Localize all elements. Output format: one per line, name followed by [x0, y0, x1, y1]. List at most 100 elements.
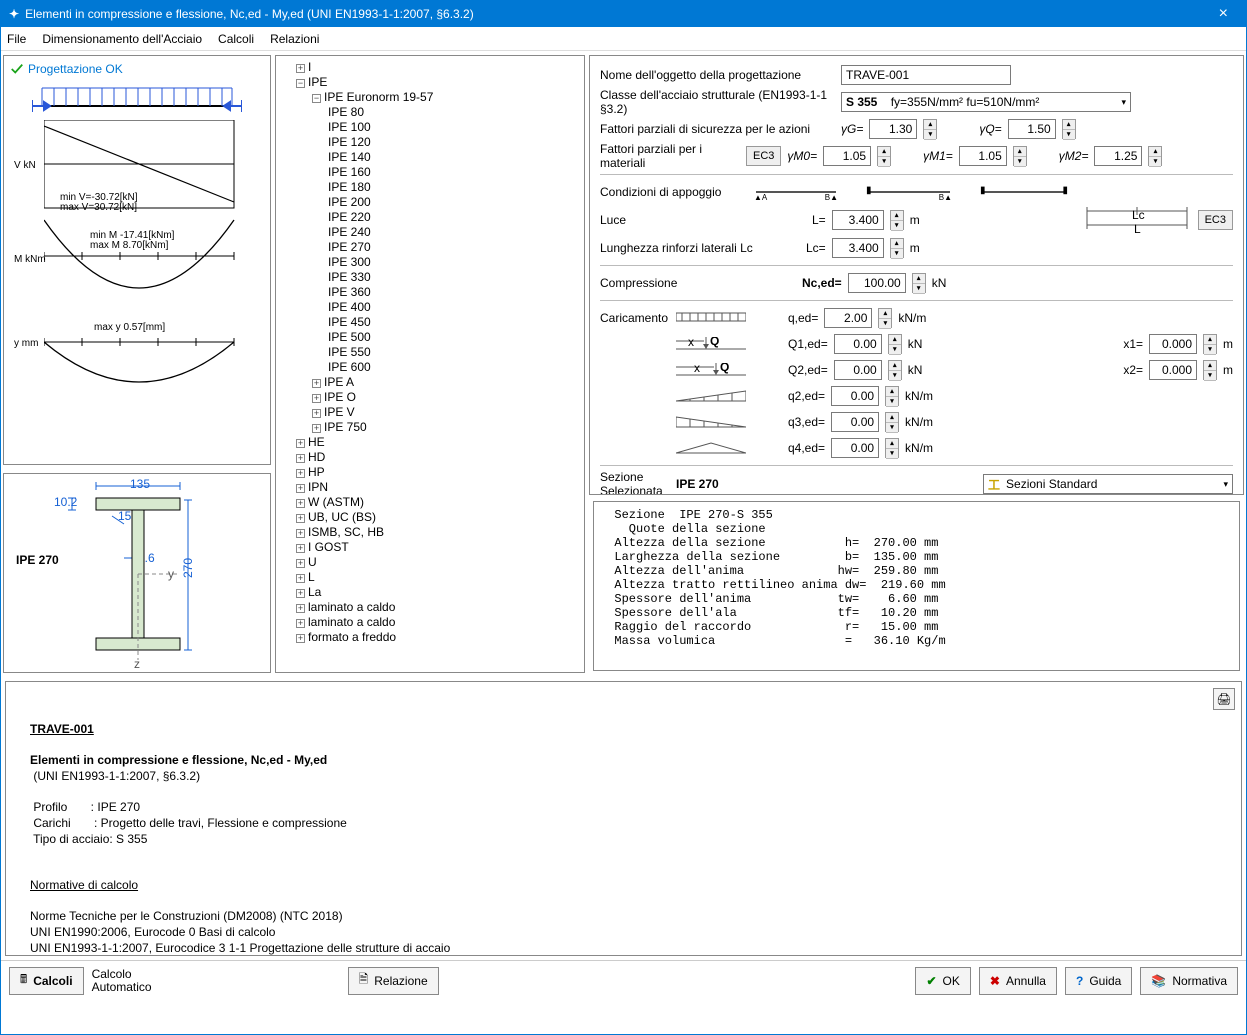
- qed-input[interactable]: [824, 308, 872, 328]
- tree-item[interactable]: IPE 240: [328, 225, 580, 240]
- tree-item[interactable]: IPE 270: [328, 240, 580, 255]
- tree-item[interactable]: +I: [296, 60, 580, 75]
- tree-item[interactable]: +IPE V: [312, 405, 580, 420]
- tree-item[interactable]: +formato a freddo: [296, 630, 580, 645]
- ec3-button-2[interactable]: EC3: [1198, 210, 1233, 230]
- auto-calc-label: CalcoloAutomatico: [92, 968, 152, 994]
- tree-item[interactable]: +laminato a caldo: [296, 600, 580, 615]
- m-axis-label: M kNm: [14, 254, 46, 265]
- tree-item[interactable]: IPE 300: [328, 255, 580, 270]
- tri-load-icon: [676, 415, 746, 429]
- diagram-panel: Progettazione OK V kN min V=-30.72[kN]: [3, 55, 271, 465]
- form-panel: Nome dell'oggetto della progettazione Cl…: [589, 55, 1244, 495]
- tree-item[interactable]: +laminato a caldo: [296, 615, 580, 630]
- tree-item[interactable]: +UB, UC (BS): [296, 510, 580, 525]
- tree-item[interactable]: IPE 500: [328, 330, 580, 345]
- tree-item[interactable]: IPE 600: [328, 360, 580, 375]
- steel-class-select[interactable]: S 355 fy=355N/mm² fu=510N/mm² ▾: [841, 92, 1131, 112]
- tree-item[interactable]: −IPE−IPE Euronorm 19-57IPE 80IPE 100IPE …: [296, 75, 580, 435]
- Q2-input[interactable]: [834, 360, 882, 380]
- v-axis-label: V kN: [14, 160, 36, 171]
- spinner[interactable]: ▴▾: [1062, 119, 1076, 139]
- tree-item[interactable]: +HD: [296, 450, 580, 465]
- tree-item[interactable]: IPE 330: [328, 270, 580, 285]
- report-panel[interactable]: 🖨 TRAVE-001 Elementi in compressione e f…: [5, 681, 1242, 956]
- Q1-input[interactable]: [834, 334, 882, 354]
- q4-input[interactable]: [831, 438, 879, 458]
- annulla-button[interactable]: ✖Annulla: [979, 967, 1057, 995]
- tree-item[interactable]: IPE 140: [328, 150, 580, 165]
- tree-item[interactable]: IPE 180: [328, 180, 580, 195]
- tree-item[interactable]: +HP: [296, 465, 580, 480]
- tri-load-icon: [676, 389, 746, 403]
- tree-item[interactable]: +IPE O: [312, 390, 580, 405]
- selected-section: IPE 270: [676, 477, 719, 491]
- tree-item[interactable]: IPE 200: [328, 195, 580, 210]
- name-label: Nome dell'oggetto della progettazione: [600, 68, 835, 82]
- spinner[interactable]: ▴▾: [923, 119, 937, 139]
- tree-item[interactable]: IPE 80: [328, 105, 580, 120]
- svg-text:x: x: [694, 363, 700, 375]
- menu-file[interactable]: File: [7, 32, 26, 46]
- gQ-input[interactable]: [1008, 119, 1056, 139]
- calcoli-button[interactable]: 🖩Calcoli: [9, 967, 84, 995]
- tri-load-icon: [676, 441, 746, 455]
- gM1-input[interactable]: [959, 146, 1007, 166]
- tree-item[interactable]: +L: [296, 570, 580, 585]
- tree-item[interactable]: IPE 360: [328, 285, 580, 300]
- relazione-button[interactable]: 🗎Relazione: [348, 967, 439, 995]
- support-opt-1[interactable]: ▲AB▲: [746, 183, 846, 201]
- tree-item[interactable]: IPE 550: [328, 345, 580, 360]
- svg-text:IPE 270: IPE 270: [16, 553, 59, 567]
- q3-input[interactable]: [831, 412, 879, 432]
- ec3-button[interactable]: EC3: [746, 146, 781, 166]
- Nced-input[interactable]: [848, 273, 906, 293]
- tree-item[interactable]: +ISMB, SC, HB: [296, 525, 580, 540]
- tree-item[interactable]: −IPE Euronorm 19-57IPE 80IPE 100IPE 120I…: [312, 90, 580, 375]
- tree-item[interactable]: +I GOST: [296, 540, 580, 555]
- name-input[interactable]: [841, 65, 1011, 85]
- x1-input[interactable]: [1149, 334, 1197, 354]
- support-opt-2[interactable]: ▮B▲: [860, 183, 960, 201]
- tree-item[interactable]: +HE: [296, 435, 580, 450]
- print-icon[interactable]: 🖨: [1213, 688, 1235, 710]
- guida-button[interactable]: ?Guida: [1065, 967, 1132, 995]
- tree-item[interactable]: IPE 450: [328, 315, 580, 330]
- section-tree[interactable]: +I−IPE−IPE Euronorm 19-57IPE 80IPE 100IP…: [275, 55, 585, 673]
- menu-rel[interactable]: Relazioni: [270, 32, 319, 46]
- tree-item[interactable]: +IPE 750: [312, 420, 580, 435]
- svg-text:z: z: [134, 657, 140, 668]
- tree-item[interactable]: +La: [296, 585, 580, 600]
- svg-text:Q: Q: [710, 337, 719, 348]
- tree-item[interactable]: +IPE A: [312, 375, 580, 390]
- tree-item[interactable]: IPE 220: [328, 210, 580, 225]
- tree-item[interactable]: IPE 160: [328, 165, 580, 180]
- tree-item[interactable]: IPE 100: [328, 120, 580, 135]
- max-y: max y 0.57[mm]: [94, 322, 165, 333]
- x2-input[interactable]: [1149, 360, 1197, 380]
- menu-dim[interactable]: Dimensionamento dell'Acciaio: [42, 32, 202, 46]
- support-opt-3[interactable]: ▮▮: [974, 183, 1074, 201]
- gG-input[interactable]: [869, 119, 917, 139]
- gM0-input[interactable]: [823, 146, 871, 166]
- svg-text:x: x: [688, 337, 694, 349]
- q2-input[interactable]: [831, 386, 879, 406]
- max-m: max M 8.70[kNm]: [90, 240, 168, 251]
- tree-item[interactable]: +IPN: [296, 480, 580, 495]
- section-output[interactable]: Sezione IPE 270-S 355 Quote della sezion…: [593, 501, 1240, 671]
- ok-button[interactable]: ✔OK: [915, 967, 970, 995]
- Lc-input[interactable]: [832, 238, 884, 258]
- tree-item[interactable]: +U: [296, 555, 580, 570]
- normativa-button[interactable]: 📚Normativa: [1140, 967, 1238, 995]
- gM2-input[interactable]: [1094, 146, 1142, 166]
- L-input[interactable]: [832, 210, 884, 230]
- svg-text:270: 270: [181, 558, 195, 578]
- section-drawing: 135 10.2 15 6.6 270 y z IPE 270: [8, 478, 228, 668]
- tree-item[interactable]: IPE 120: [328, 135, 580, 150]
- report-icon: 🗎: [359, 970, 369, 991]
- close-icon[interactable]: ×: [1209, 5, 1238, 23]
- tree-item[interactable]: +W (ASTM): [296, 495, 580, 510]
- tree-item[interactable]: IPE 400: [328, 300, 580, 315]
- menu-calc[interactable]: Calcoli: [218, 32, 254, 46]
- section-type-select[interactable]: 工 Sezioni Standard ▾: [983, 474, 1233, 494]
